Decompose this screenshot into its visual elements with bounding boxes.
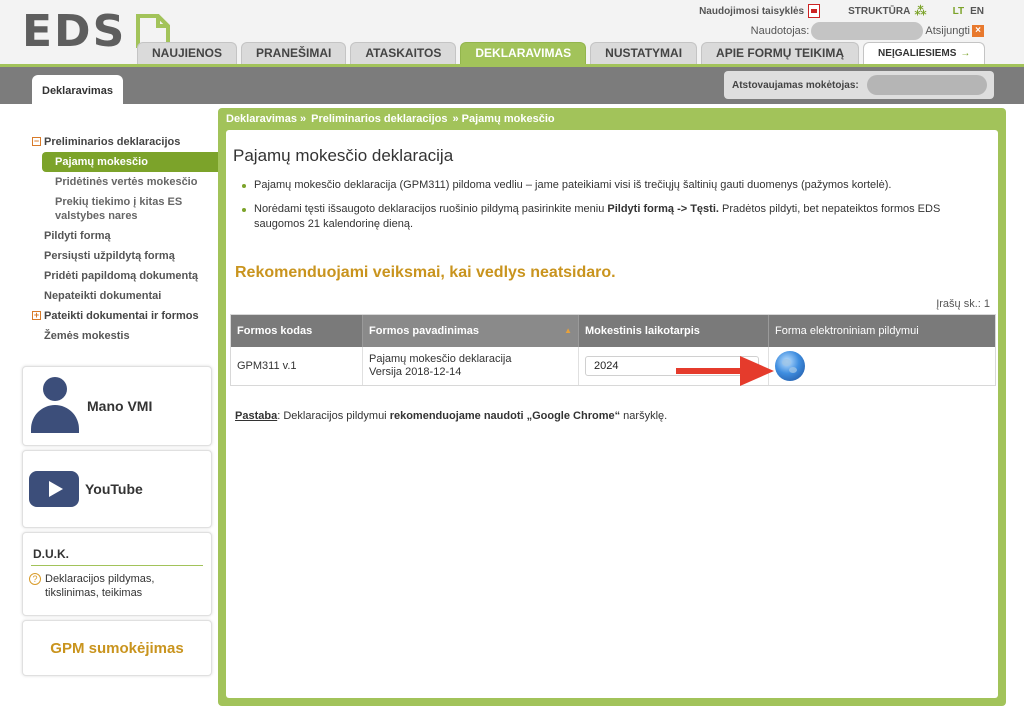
left-column: − Preliminarios deklaracijos Pajamų moke… [0,104,222,709]
sub-tab-deklaravimas[interactable]: Deklaravimas [32,75,123,107]
recommended-actions-link[interactable]: Rekomenduojami veiksmai, kai vedlys neat… [235,264,616,282]
menu-path: Pildyti formą -> Tęsti. [607,203,719,215]
breadcrumb-deklaravimas[interactable]: Deklaravimas » [226,113,306,125]
note-label: Pastaba [235,410,278,422]
header: EDS Naudojimosi taisyklės STRUKTŪRA ⁂ LT… [0,0,1024,64]
table-row: GPM311 v.1 Pajamų mokesčio deklaracija V… [231,347,995,385]
tab-apie-formu-teikima[interactable]: APIE FORMŲ TEIKIMĄ [701,42,860,64]
logout-link[interactable]: Atsijungti [925,25,970,37]
pdf-icon [808,4,821,18]
logo-text: EDS [22,6,127,57]
cell-form-code: GPM311 v.1 [231,347,363,385]
duk-card: D.U.K. ? Deklaracijos pildymas, tikslini… [22,532,212,616]
lang-en-link[interactable]: EN [970,6,984,17]
sort-asc-icon: ▲ [564,326,572,335]
col-header-form-code[interactable]: Formos kodas [231,315,363,347]
breadcrumb-preliminarios[interactable]: Preliminarios deklaracijos [311,113,447,125]
lang-lt-link[interactable]: LT [953,6,964,17]
collapse-icon[interactable]: − [32,137,41,146]
structure-link[interactable]: STRUKTŪRA ⁂ [848,4,927,18]
youtube-label: YouTube [85,481,143,497]
tab-neigaliesiems[interactable]: NEĮGALIESIEMS → [863,42,986,64]
user-label: Naudotojas: [750,25,810,37]
youtube-play-icon [29,471,79,507]
cell-form-name: Pajamų mokesčio deklaracija Versija 2018… [363,347,579,385]
menu-persiusti-forma[interactable]: Persiųsti užpildytą formą [22,246,222,266]
menu-prekiu-tiekimo[interactable]: Prekių tiekimo į kitas ES valstybes nare… [22,192,222,226]
arrow-right-icon: → [960,48,971,59]
col-header-electronic-form[interactable]: Forma elektroniniam pildymui [769,315,995,347]
table-header: Formos kodas Formos pavadinimas ▲ Mokest… [231,315,995,347]
duk-link[interactable]: ? Deklaracijos pildymas, tikslinimas, te… [23,566,211,600]
represented-payer-select[interactable] [866,75,987,95]
breadcrumb-pajamu-mokescio: » Pajamų mokesčio [452,113,555,125]
user-name-redacted [811,22,924,40]
content-panel: Pajamų mokesčio deklaracija Pajamų mokes… [226,130,998,698]
menu-nepateikti-dokumentai[interactable]: Nepateikti dokumentai [22,286,222,306]
breadcrumb: Deklaravimas » Preliminarios deklaracijo… [226,113,560,125]
cell-electronic-form [769,347,995,385]
col-header-tax-period[interactable]: Mokestinis laikotarpis [579,315,769,347]
globe-icon[interactable] [775,351,805,381]
tab-pranesimai[interactable]: PRANEŠIMAI [241,42,347,64]
question-icon: ? [29,573,41,585]
logout-icon[interactable]: × [972,25,984,37]
tab-nustatymai[interactable]: NUSTATYMAI [590,42,698,64]
user-line: Naudotojas: Atsijungti × [751,22,984,40]
tab-naujienos[interactable]: NAUJIENOS [137,42,238,64]
gpm-payment-label: GPM sumokėjimas [50,640,184,657]
menu-pridetines-vertes-mokescio[interactable]: Pridėtinės vertės mokesčio [22,172,222,192]
browser-note: Pastaba: Deklaracijos pildymui rekomendu… [235,410,668,422]
gpm-payment-card[interactable]: GPM sumokėjimas [22,620,212,676]
menu-pildyti-forma[interactable]: Pildyti formą [22,226,222,246]
tree-icon: ⁂ [914,4,927,18]
sub-nav-band: Deklaravimas Atstovaujamas mokėtojas: [0,64,1024,107]
page-title: Pajamų mokesčio deklaracija [233,146,454,165]
info-bullet: Norėdami tęsti išsaugoto deklaracijos ru… [240,202,980,232]
menu-zemes-mokestis[interactable]: Žemės mokestis [22,326,222,346]
left-menu: − Preliminarios deklaracijos Pajamų moke… [22,132,222,346]
represented-payer-box: Atstovaujamas mokėtojas: [724,71,994,99]
content-frame: Deklaravimas » Preliminarios deklaracijo… [218,108,1006,706]
mano-vmi-label: Mano VMI [87,398,153,414]
menu-pajamu-mokescio[interactable]: Pajamų mokesčio [42,152,222,172]
col-header-form-name[interactable]: Formos pavadinimas ▲ [363,315,579,347]
record-count: Įrašų sk.: 1 [936,298,990,310]
menu-pateikti-dokumentai[interactable]: + Pateikti dokumentai ir formos [22,306,222,326]
duk-title: D.U.K. [33,547,69,561]
red-arrow-annotation [676,356,774,386]
main-nav: NAUJIENOS PRANEŠIMAI ATASKAITOS DEKLARAV… [137,42,989,64]
forms-table: Formos kodas Formos pavadinimas ▲ Mokest… [230,314,996,386]
top-links: Naudojimosi taisyklės STRUKTŪRA ⁂ LT EN [691,4,984,18]
mano-vmi-card[interactable]: Mano VMI [22,366,212,446]
youtube-card[interactable]: YouTube [22,450,212,528]
menu-preliminarios-deklaracijos[interactable]: − Preliminarios deklaracijos [22,132,222,152]
info-bullet: Pajamų mokesčio deklaracija (GPM311) pil… [240,178,980,193]
represented-payer-label: Atstovaujamas mokėtojas: [732,79,859,91]
menu-prideti-dokumenta[interactable]: Pridėti papildomą dokumentą [22,266,222,286]
rules-link[interactable]: Naudojimosi taisyklės [699,4,821,18]
tab-ataskaitos[interactable]: ATASKAITOS [350,42,457,64]
tab-deklaravimas[interactable]: DEKLARAVIMAS [460,42,587,64]
person-icon [29,377,81,435]
expand-icon[interactable]: + [32,311,41,320]
